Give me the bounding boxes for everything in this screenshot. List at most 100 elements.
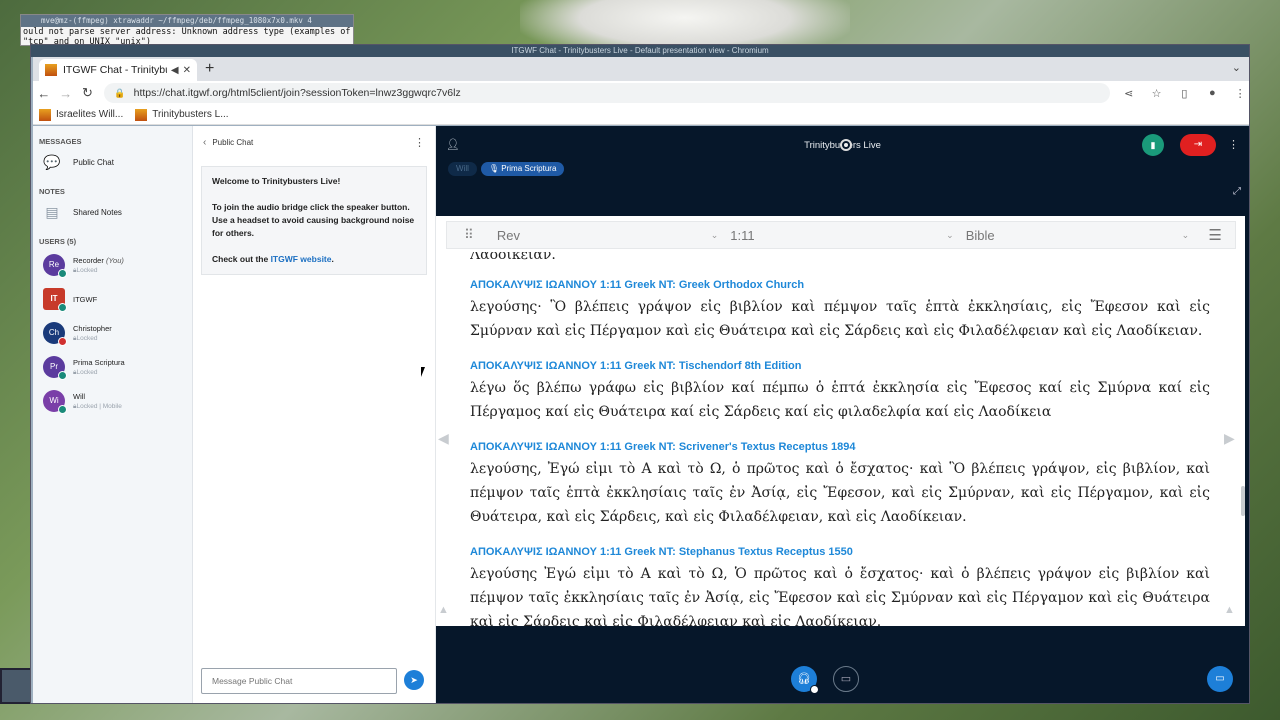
fullscreen-icon[interactable]: ⤢ [1233,186,1241,197]
favicon-icon [45,64,57,76]
back-button[interactable]: ← [33,86,55,101]
share-icon[interactable]: ⋖ [1120,87,1138,100]
verse-source: ΑΠΟΚΑΛΥΨΙΣ ΙΩΑΝΝΟΥ 1:11 Greek NT: Greek … [470,279,805,291]
meeting-topbar: 👤︎ Trinitybusters Live ▮ ⇥ ⋮ [436,126,1249,166]
options-menu-icon[interactable]: ⋮ [1228,138,1239,151]
side-panel-icon[interactable]: ▯ [1176,87,1194,100]
welcome-name: Trinitybusters Live! [261,176,341,186]
previous-slide-icon[interactable]: ◀ [438,430,449,447]
url-text: https://chat.itgwf.org/html5client/join?… [133,87,461,99]
avatar-initials: Ch [48,328,60,337]
talker-prima-scriptura[interactable]: 🎙︎ Prima Scriptura [480,162,565,176]
tab-title: ITGWF Chat - Trinitybus [63,64,167,76]
user-name: Recorder [73,256,104,265]
user-name: Prima Scriptura [73,358,125,367]
grid-icon[interactable]: ⠿ [447,227,491,243]
bookmark-star-icon[interactable]: ☆ [1148,87,1166,100]
chat-options-icon[interactable]: ⋮ [414,136,425,149]
chevron-down-icon: ⌄ [946,229,954,240]
welcome-message: Welcome to Trinitybusters Live! To join … [201,166,427,275]
user-list-sidebar: MESSAGES 💬 Public Chat NOTES ▤ Shared No… [33,126,193,703]
audio-status-icon [58,405,67,414]
user-status: Locked [76,335,98,342]
message-input[interactable] [201,668,397,694]
next-slide-icon[interactable]: ▶ [1224,430,1235,447]
sidebar-item-label: Shared Notes [73,207,122,217]
user-item[interactable]: Wi Will 🔒︎Locked | Mobile [33,384,192,418]
chat-title[interactable]: Public Chat [212,138,414,147]
scrollbar[interactable] [1241,486,1245,516]
bookmark-item[interactable]: Israelites Will... [39,108,123,121]
send-icon: ➤ [410,675,418,685]
book-select[interactable]: Rev ⌄ [491,222,724,248]
avatar-initials: Wi [49,396,59,405]
welcome-paragraph: To join the audio bridge click the speak… [212,202,415,238]
messages-header: MESSAGES [39,137,82,146]
audio-status-icon [58,269,67,278]
bookmark-item[interactable]: Trinitybusters L... [135,108,229,121]
hamburger-menu-icon[interactable]: ☰ [1195,226,1235,244]
sidebar-item-public-chat[interactable]: 💬 Public Chat [33,148,192,176]
avatar-initials: Pr [50,362,58,371]
terminal-window[interactable]: mve@mz-(ffmpeg) xtrawaddr ~/ffmpeg/deb/f… [20,14,354,46]
verse-source: ΑΠΟΚΑΛΥΨΙΣ ΙΩΑΝΝΟΥ 1:11 Greek NT: Stepha… [470,546,853,558]
user-name: Christopher [73,324,112,333]
speaker-icon[interactable]: ◀︎ [171,65,179,76]
audio-settings-dot [810,685,819,694]
close-tab-icon[interactable]: ✕ [183,65,191,76]
video-button[interactable]: ▭ [833,666,859,692]
send-button[interactable]: ➤ [404,670,424,690]
audio-status-icon [58,371,67,380]
monitor-icon: ▭ [1215,673,1225,684]
source-select[interactable]: Bible ⌄ [960,222,1195,248]
chat-header: ‹ Public Chat ⋮ [193,126,435,158]
user-item[interactable]: Pr Prima Scriptura 🔒︎Locked [33,350,192,384]
scroll-up-left-icon[interactable]: ▲ [438,604,449,616]
address-bar-row: ← → ↻ 🔒 https://chat.itgwf.org/html5clie… [33,81,1249,105]
verse-select[interactable]: 1:11 ⌄ [724,222,959,248]
chevron-left-icon[interactable]: ‹ [203,137,206,148]
public-chat-panel: ‹ Public Chat ⋮ Welcome to Trinitybuster… [193,126,436,703]
audio-button[interactable]: 🎧︎ [791,666,819,694]
users-header: USERS (5) [39,237,77,246]
lock-icon[interactable]: 🔒 [114,88,125,99]
connection-status-button[interactable]: ▮ [1142,134,1164,156]
bible-selector-bar: ⠿ Rev ⌄ 1:11 ⌄ Bible ⌄ ☰ [446,221,1236,249]
reload-button[interactable]: ↻ [77,85,99,101]
signal-bars-icon: ▮ [1150,140,1156,150]
record-indicator-icon[interactable] [840,139,852,151]
tab-search-icon[interactable]: ⌄ [1232,61,1241,74]
presentation-toggle-button[interactable]: ▭ [1207,666,1233,692]
window-manager-pager[interactable] [0,668,32,704]
avatar: Pr [43,356,67,380]
talker-will[interactable]: Will [448,162,477,176]
leave-meeting-button[interactable]: ⇥ [1180,134,1216,156]
user-item[interactable]: Re Recorder (You) 🔒︎Locked [33,248,192,282]
camera-off-icon: ▭ [840,673,852,685]
scroll-up-right-icon[interactable]: ▲ [1224,604,1235,616]
user-item[interactable]: IT ITGWF [33,282,192,316]
bookmark-label: Trinitybusters L... [152,109,229,120]
itgwf-website-link[interactable]: ITGWF website [271,254,332,264]
welcome-text: . [331,254,334,264]
sidebar-item-shared-notes[interactable]: ▤ Shared Notes [33,198,192,226]
user-status: Locked [76,369,98,376]
browser-tab[interactable]: ITGWF Chat - Trinitybus ◀︎ ✕ [39,59,197,81]
forward-button[interactable]: → [55,86,77,101]
profile-icon[interactable]: ● [1203,87,1221,99]
chevron-down-icon: ⌄ [1181,229,1190,240]
user-status: Locked [76,267,98,274]
user-item[interactable]: Ch Christopher 🔒︎Locked [33,316,192,350]
partial-verse-line: Λαοδίκειαν. [470,252,556,263]
user-name: ITGWF [73,294,98,304]
you-label: (You) [105,256,124,265]
url-field[interactable]: 🔒 https://chat.itgwf.org/html5client/joi… [104,83,1110,103]
action-bar: 🎧︎ ▭ ▭ [436,658,1249,703]
source-value: Bible [965,227,995,243]
avatar: Wi [43,390,67,414]
browser-menu-icon[interactable]: ⋮ [1231,87,1249,100]
new-tab-button[interactable]: + [205,60,214,78]
verse-text: λεγούσης, Ἐγώ εἰμι τὸ Α καὶ τὸ Ω, ὁ πρῶτ… [470,461,1210,525]
welcome-prefix: Welcome to [212,176,262,186]
welcome-text: Check out the [212,254,271,264]
